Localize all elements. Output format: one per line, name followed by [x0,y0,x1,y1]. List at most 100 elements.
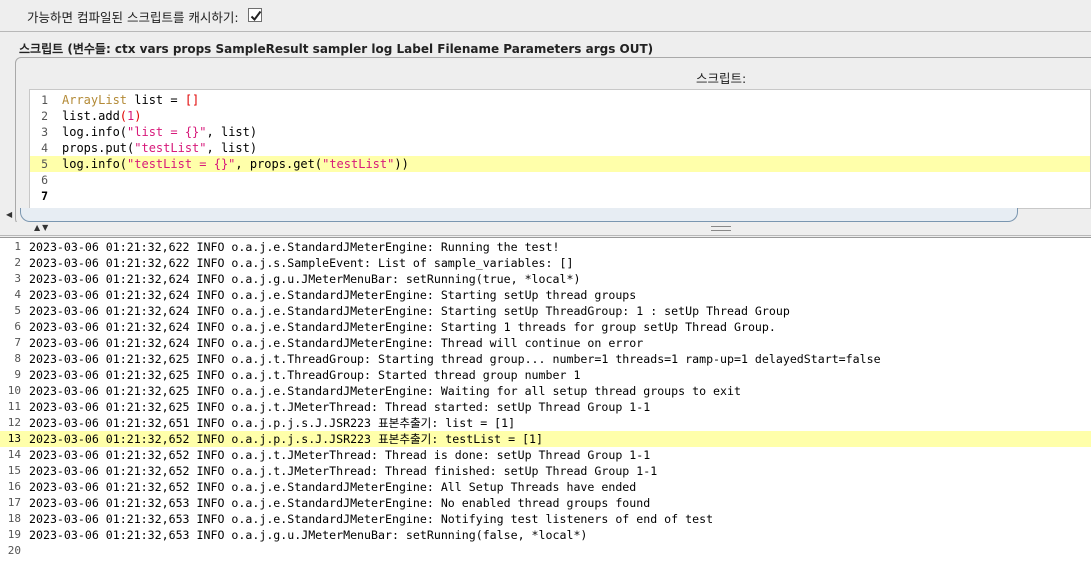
code-text: log.info("testList = {}", props.get("tes… [62,156,409,172]
log-line-text: 2023-03-06 01:21:32,625 INFO o.a.j.t.Thr… [29,368,581,382]
code-token: "testList = {}" [127,157,236,171]
log-line-text: 2023-03-06 01:21:32,653 INFO o.a.j.g.u.J… [29,528,588,542]
cache-option-row: 가능하면 컴파일된 스크립트를 캐시하기: [0,0,1091,32]
log-line: 20 [0,543,1091,559]
log-line: 10 2023-03-06 01:21:32,625 INFO o.a.j.e.S… [0,383,1091,399]
log-line-text: 2023-03-06 01:21:32,624 INFO o.a.j.e.Sta… [29,320,776,334]
log-line-number: 11 [7,400,21,413]
line-number: 1 [41,93,48,107]
log-line-text: 2023-03-06 01:21:32,651 INFO o.a.j.p.j.s… [29,416,516,430]
log-line: 4 2023-03-06 01:21:32,624 INFO o.a.j.e.St… [0,287,1091,303]
cache-checkbox[interactable] [248,8,262,22]
scroll-left-icon[interactable]: ◀ [6,210,12,219]
code-token: [] [184,93,200,107]
log-line-number: 18 [7,512,21,525]
log-line: 19 2023-03-06 01:21:32,653 INFO o.a.j.g.u… [0,527,1091,543]
code-token: , list) [206,125,258,139]
check-icon [250,10,262,22]
log-line-text: 2023-03-06 01:21:32,624 INFO o.a.j.g.u.J… [29,272,581,286]
log-line-number: 4 [14,288,21,301]
log-line-text: 2023-03-06 01:21:32,622 INFO o.a.j.s.Sam… [29,256,574,270]
code-token: log.info( [62,157,128,171]
log-line-number: 10 [7,384,21,397]
log-line: 3 2023-03-06 01:21:32,624 INFO o.a.j.g.u.… [0,271,1091,287]
line-number: 4 [41,141,48,155]
code-token: "testList" [134,141,207,155]
code-token: , props.get( [235,157,323,171]
log-line: 11 2023-03-06 01:21:32,625 INFO o.a.j.t.J… [0,399,1091,415]
log-line: 9 2023-03-06 01:21:32,625 INFO o.a.j.t.Th… [0,367,1091,383]
code-token: "testList" [322,157,395,171]
code-line[interactable]: 7 [30,188,1090,204]
code-line[interactable]: 1 ArrayList list = [] [30,92,1090,108]
code-line[interactable]: 4 props.put("testList", list) [30,140,1090,156]
log-line-text: 2023-03-06 01:21:32,624 INFO o.a.j.e.Sta… [29,336,644,350]
log-line-text: 2023-03-06 01:21:32,652 INFO o.a.j.p.j.s… [29,432,544,446]
code-text: list.add(1) [62,108,142,124]
code-token: ( [119,109,128,123]
log-line-text: 2023-03-06 01:21:32,652 INFO o.a.j.e.Sta… [29,480,637,494]
log-line: 8 2023-03-06 01:21:32,625 INFO o.a.j.t.Th… [0,351,1091,367]
log-line: 14 2023-03-06 01:21:32,652 INFO o.a.j.t.J… [0,447,1091,463]
code-token: log.info( [62,125,128,139]
log-line-number: 8 [14,352,21,365]
line-number: 6 [41,173,48,187]
code-line[interactable]: 3 log.info("list = {}", list) [30,124,1090,140]
log-line-text: 2023-03-06 01:21:32,624 INFO o.a.j.e.Sta… [29,288,637,302]
log-line-number: 13 [7,432,21,445]
log-line-number: 16 [7,480,21,493]
log-line: 7 2023-03-06 01:21:32,624 INFO o.a.j.e.St… [0,335,1091,351]
log-line: 18 2023-03-06 01:21:32,653 INFO o.a.j.e.S… [0,511,1091,527]
log-line-number: 20 [7,544,21,557]
log-line-text: 2023-03-06 01:21:32,625 INFO o.a.j.t.JMe… [29,400,651,414]
script-editor-title-text: 스크립트: [696,71,747,86]
log-line-text: 2023-03-06 01:21:32,653 INFO o.a.j.e.Sta… [29,512,714,526]
line-number: 7 [41,189,48,203]
log-output-panel[interactable]: 1 2023-03-06 01:21:32,622 INFO o.a.j.e.St… [0,237,1091,585]
log-line-number: 12 [7,416,21,429]
code-text: props.put("testList", list) [62,140,257,156]
code-text: log.info("list = {}", list) [62,124,257,140]
log-line-number: 5 [14,304,21,317]
log-line-number: 14 [7,448,21,461]
code-token: , list) [206,141,258,155]
log-line-text: 2023-03-06 01:21:32,622 INFO o.a.j.e.Sta… [29,240,560,254]
log-line: 16 2023-03-06 01:21:32,652 INFO o.a.j.e.S… [0,479,1091,495]
script-code-editor[interactable]: 1 ArrayList list = [] 2 list.add(1) 3 log.inf… [29,89,1091,209]
script-variables-header: 스크립트 (변수들: ctx vars props SampleResult s… [19,42,654,56]
log-line-text: 2023-03-06 01:21:32,653 INFO o.a.j.e.Sta… [29,496,651,510]
log-line-text: 2023-03-06 01:21:32,625 INFO o.a.j.e.Sta… [29,384,741,398]
log-line: 2 2023-03-06 01:21:32,622 INFO o.a.j.s.Sa… [0,255,1091,271]
code-token: ) [134,109,142,123]
code-token: ArrayList [62,93,128,107]
log-line-number: 1 [14,240,21,253]
code-line[interactable]: 2 list.add(1) [30,108,1090,124]
log-line-text: 2023-03-06 01:21:32,652 INFO o.a.j.t.JMe… [29,448,651,462]
splitter-grip[interactable] [711,226,731,231]
log-line-number: 19 [7,528,21,541]
pane-splitter[interactable]: ▲▼ [0,222,1091,236]
log-line-number: 17 [7,496,21,509]
log-line: 15 2023-03-06 01:21:32,652 INFO o.a.j.t.J… [0,463,1091,479]
log-line: 12 2023-03-06 01:21:32,651 INFO o.a.j.p.j… [0,415,1091,431]
collapse-arrows-icon[interactable]: ▲▼ [34,223,50,232]
code-token: "list = {}" [127,125,207,139]
cache-label: 가능하면 컴파일된 스크립트를 캐시하기: [27,10,239,25]
code-token: list.add [62,109,120,123]
log-line-number: 7 [14,336,21,349]
code-token: props.put( [62,141,135,155]
log-line-number: 2 [14,256,21,269]
code-line[interactable]: 6 [30,172,1090,188]
log-line: 1 2023-03-06 01:21:32,622 INFO o.a.j.e.St… [0,239,1091,255]
editor-horizontal-scrollbar[interactable] [20,208,1018,222]
log-line-number: 6 [14,320,21,333]
code-line[interactable]: 5 log.info("testList = {}", props.get("te… [30,156,1090,172]
log-line-number: 3 [14,272,21,285]
line-number: 2 [41,109,48,123]
line-number: 3 [41,125,48,139]
code-token: )) [394,157,409,171]
code-token: list = [127,93,185,107]
code-text: ArrayList list = [] [62,92,199,108]
log-line-number: 9 [14,368,21,381]
line-number: 5 [41,157,48,171]
